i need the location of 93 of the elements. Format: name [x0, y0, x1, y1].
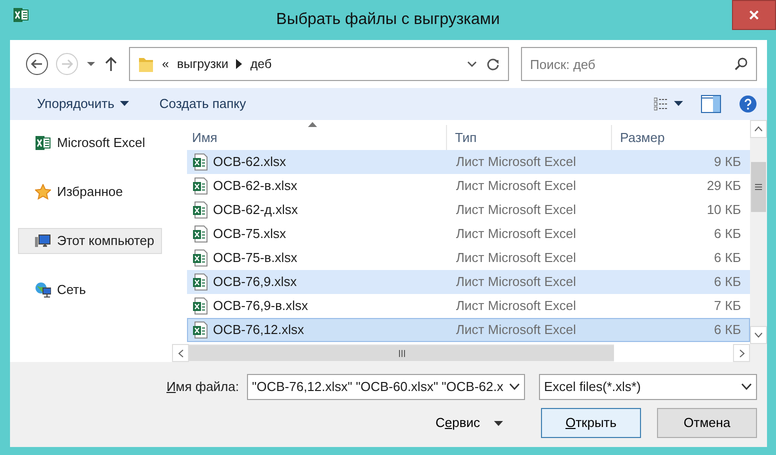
excel-file-icon [192, 153, 208, 171]
file-type-dropdown[interactable]: Excel files(*.xls*) [539, 374, 757, 400]
filename-label: Имя файла: [166, 378, 239, 396]
close-button[interactable]: × [732, 0, 776, 30]
help-button[interactable] [739, 93, 757, 115]
file-size: 6 КБ [713, 225, 741, 244]
file-type: Лист Microsoft Excel [455, 321, 577, 340]
excel-file-icon [192, 249, 208, 267]
window-title: Выбрать файлы с выгрузками [276, 10, 500, 30]
file-row[interactable]: ОСВ-62-д.xlsx Лист Microsoft Excel 10 КБ [187, 198, 750, 222]
list-view-icon [654, 97, 668, 111]
address-bar[interactable]: « выгрузки деб [129, 47, 509, 81]
scroll-right-icon [738, 348, 744, 358]
view-button[interactable] [654, 95, 683, 113]
caret-icon [674, 101, 683, 107]
vertical-scrollbar[interactable] [750, 120, 767, 344]
grip-icon [398, 350, 404, 356]
search-icon [734, 57, 748, 71]
file-name: ОСВ-62-д.xlsx [213, 201, 298, 220]
file-name: ОСВ-75-в.xlsx [213, 249, 298, 268]
excel-file-icon [192, 297, 208, 315]
computer-icon [35, 233, 51, 249]
file-size: 6 КБ [713, 249, 741, 268]
excel-file-icon [192, 177, 208, 195]
file-row[interactable]: ОСВ-75.xlsx Лист Microsoft Excel 6 КБ [187, 222, 750, 246]
file-name: ОСВ-62-в.xlsx [213, 177, 298, 196]
forward-icon [55, 52, 79, 76]
new-folder-button[interactable]: Создать папку [159, 92, 246, 116]
excel-icon [13, 7, 29, 23]
file-size: 10 КБ [706, 201, 741, 220]
scroll-down-icon [754, 332, 763, 338]
breadcrumb-prefix[interactable]: « [162, 54, 169, 74]
folder-icon [138, 55, 154, 73]
help-icon [739, 95, 757, 113]
file-name: ОСВ-62.xlsx [213, 153, 286, 172]
up-arrow-icon[interactable] [103, 55, 119, 73]
scroll-up-icon [754, 126, 763, 132]
file-row[interactable]: ОСВ-76,9-в.xlsx Лист Microsoft Excel 7 КБ [187, 294, 750, 318]
chevron-icon [236, 59, 242, 69]
dropdown-icon [509, 383, 520, 391]
scrollbar-thumb[interactable] [189, 345, 614, 361]
file-name: ОСВ-76,9.xlsx [213, 273, 297, 292]
file-row[interactable]: ОСВ-62-в.xlsx Лист Microsoft Excel 29 КБ [187, 174, 750, 198]
file-type: Лист Microsoft Excel [455, 273, 577, 292]
preview-pane-icon [701, 95, 721, 113]
refresh-icon[interactable] [486, 57, 500, 71]
scrollbar-thumb[interactable] [751, 162, 766, 212]
file-name: ОСВ-76,9-в.xlsx [213, 297, 308, 316]
file-type: Лист Microsoft Excel [455, 249, 577, 268]
excel-file-icon [192, 273, 208, 291]
sidebar-item[interactable]: Этот компьютер [18, 228, 162, 254]
sidebar-item[interactable]: Сеть [18, 277, 162, 303]
excel-file-icon [192, 201, 208, 219]
sort-arrow-icon [308, 122, 317, 127]
file-size: 6 КБ [713, 321, 741, 340]
search-field[interactable]: Поиск: деб [521, 47, 757, 81]
cancel-button[interactable]: Отмена [657, 408, 757, 438]
breadcrumb-item[interactable]: выгрузки [176, 54, 228, 74]
caret-icon [120, 101, 130, 107]
excel-file-icon [192, 321, 208, 339]
caret-icon [494, 420, 503, 426]
file-size: 29 КБ [706, 177, 741, 196]
grip-icon [755, 184, 762, 190]
open-button[interactable]: Открыть [541, 408, 641, 438]
star-icon [35, 184, 51, 200]
back-icon [25, 52, 49, 76]
breadcrumb-item[interactable]: деб [250, 54, 272, 74]
back-button[interactable] [25, 52, 49, 76]
excel-icon [35, 135, 51, 151]
file-type: Лист Microsoft Excel [455, 201, 577, 220]
scroll-left-icon [178, 348, 184, 358]
file-type: Лист Microsoft Excel [455, 225, 577, 244]
filename-field[interactable]: "ОСВ-76,12.xlsx" "ОСВ-60.xlsx" "ОСВ-62.x [247, 374, 525, 400]
file-size: 9 КБ [713, 153, 741, 172]
file-name: ОСВ-75.xlsx [213, 225, 286, 244]
file-row[interactable]: ОСВ-76,9.xlsx Лист Microsoft Excel 6 КБ [187, 270, 750, 294]
sidebar-item[interactable]: Microsoft Excel [18, 130, 162, 156]
tools-button[interactable]: Сервис [435, 413, 503, 433]
preview-pane-button[interactable] [701, 93, 721, 115]
dropdown-icon [741, 383, 752, 391]
file-size: 6 КБ [713, 273, 741, 292]
file-row[interactable]: ОСВ-76,12.xlsx Лист Microsoft Excel 6 КБ [187, 318, 750, 342]
file-type: Лист Microsoft Excel [455, 153, 577, 172]
file-type: Лист Microsoft Excel [455, 297, 577, 316]
network-icon [35, 282, 51, 298]
file-row[interactable]: ОСВ-75-в.xlsx Лист Microsoft Excel 6 КБ [187, 246, 750, 270]
organize-button[interactable]: Упорядочить [37, 92, 130, 116]
file-size: 7 КБ [713, 297, 741, 316]
sidebar-item[interactable]: Избранное [18, 179, 162, 205]
file-row[interactable]: ОСВ-62.xlsx Лист Microsoft Excel 9 КБ [187, 150, 750, 174]
excel-file-icon [192, 225, 208, 243]
file-name: ОСВ-76,12.xlsx [213, 321, 304, 340]
file-type: Лист Microsoft Excel [455, 177, 577, 196]
